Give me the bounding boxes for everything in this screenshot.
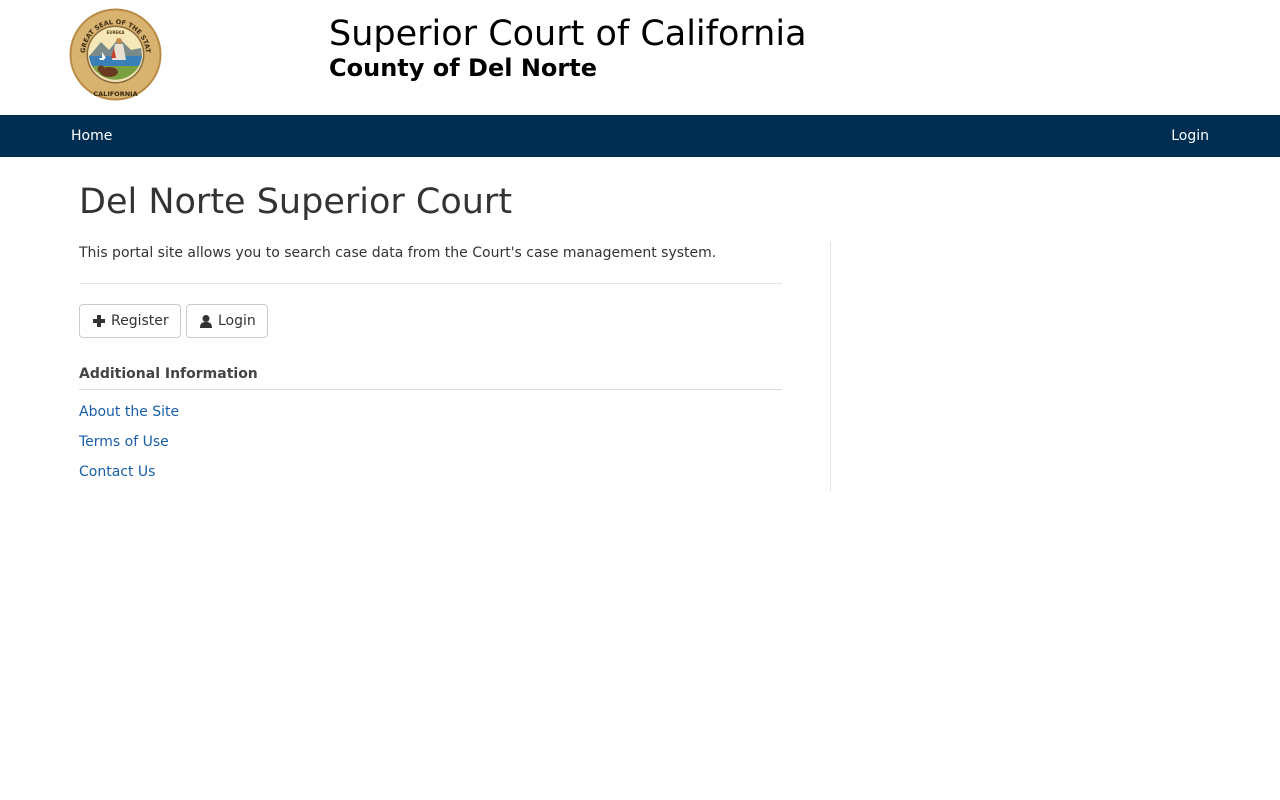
intro-text: This portal site allows you to search ca… (79, 245, 717, 261)
site-header: THE GREAT SEAL OF THE STATE OF CALIFORNI… (0, 0, 1280, 115)
column-divider (830, 243, 831, 491)
terms-of-use-link[interactable]: Terms of Use (79, 432, 169, 452)
divider (79, 389, 782, 390)
top-navbar: Home Login (0, 115, 1280, 157)
about-site-link[interactable]: About the Site (79, 402, 179, 422)
california-seal-logo: THE GREAT SEAL OF THE STATE OF CALIFORNI… (66, 2, 162, 101)
user-icon (199, 314, 213, 328)
site-title: Superior Court of California (329, 14, 807, 54)
additional-info-heading: Additional Information (79, 366, 258, 382)
login-button-label: Login (218, 313, 256, 329)
header-titles: Superior Court of California County of D… (329, 14, 807, 82)
site-subtitle: County of Del Norte (329, 54, 597, 82)
nav-login-link[interactable]: Login (1171, 115, 1209, 157)
seal-ring-text-bottom: CALIFORNIA (93, 90, 137, 98)
login-button[interactable]: Login (186, 304, 268, 338)
nav-home-link[interactable]: Home (71, 115, 112, 157)
contact-us-link[interactable]: Contact Us (79, 462, 155, 482)
seal-motto: EUREKA (107, 30, 126, 35)
plus-icon (92, 314, 106, 328)
divider (79, 283, 782, 284)
register-button-label: Register (111, 313, 169, 329)
register-button[interactable]: Register (79, 304, 181, 338)
page-title: Del Norte Superior Court (79, 182, 513, 222)
